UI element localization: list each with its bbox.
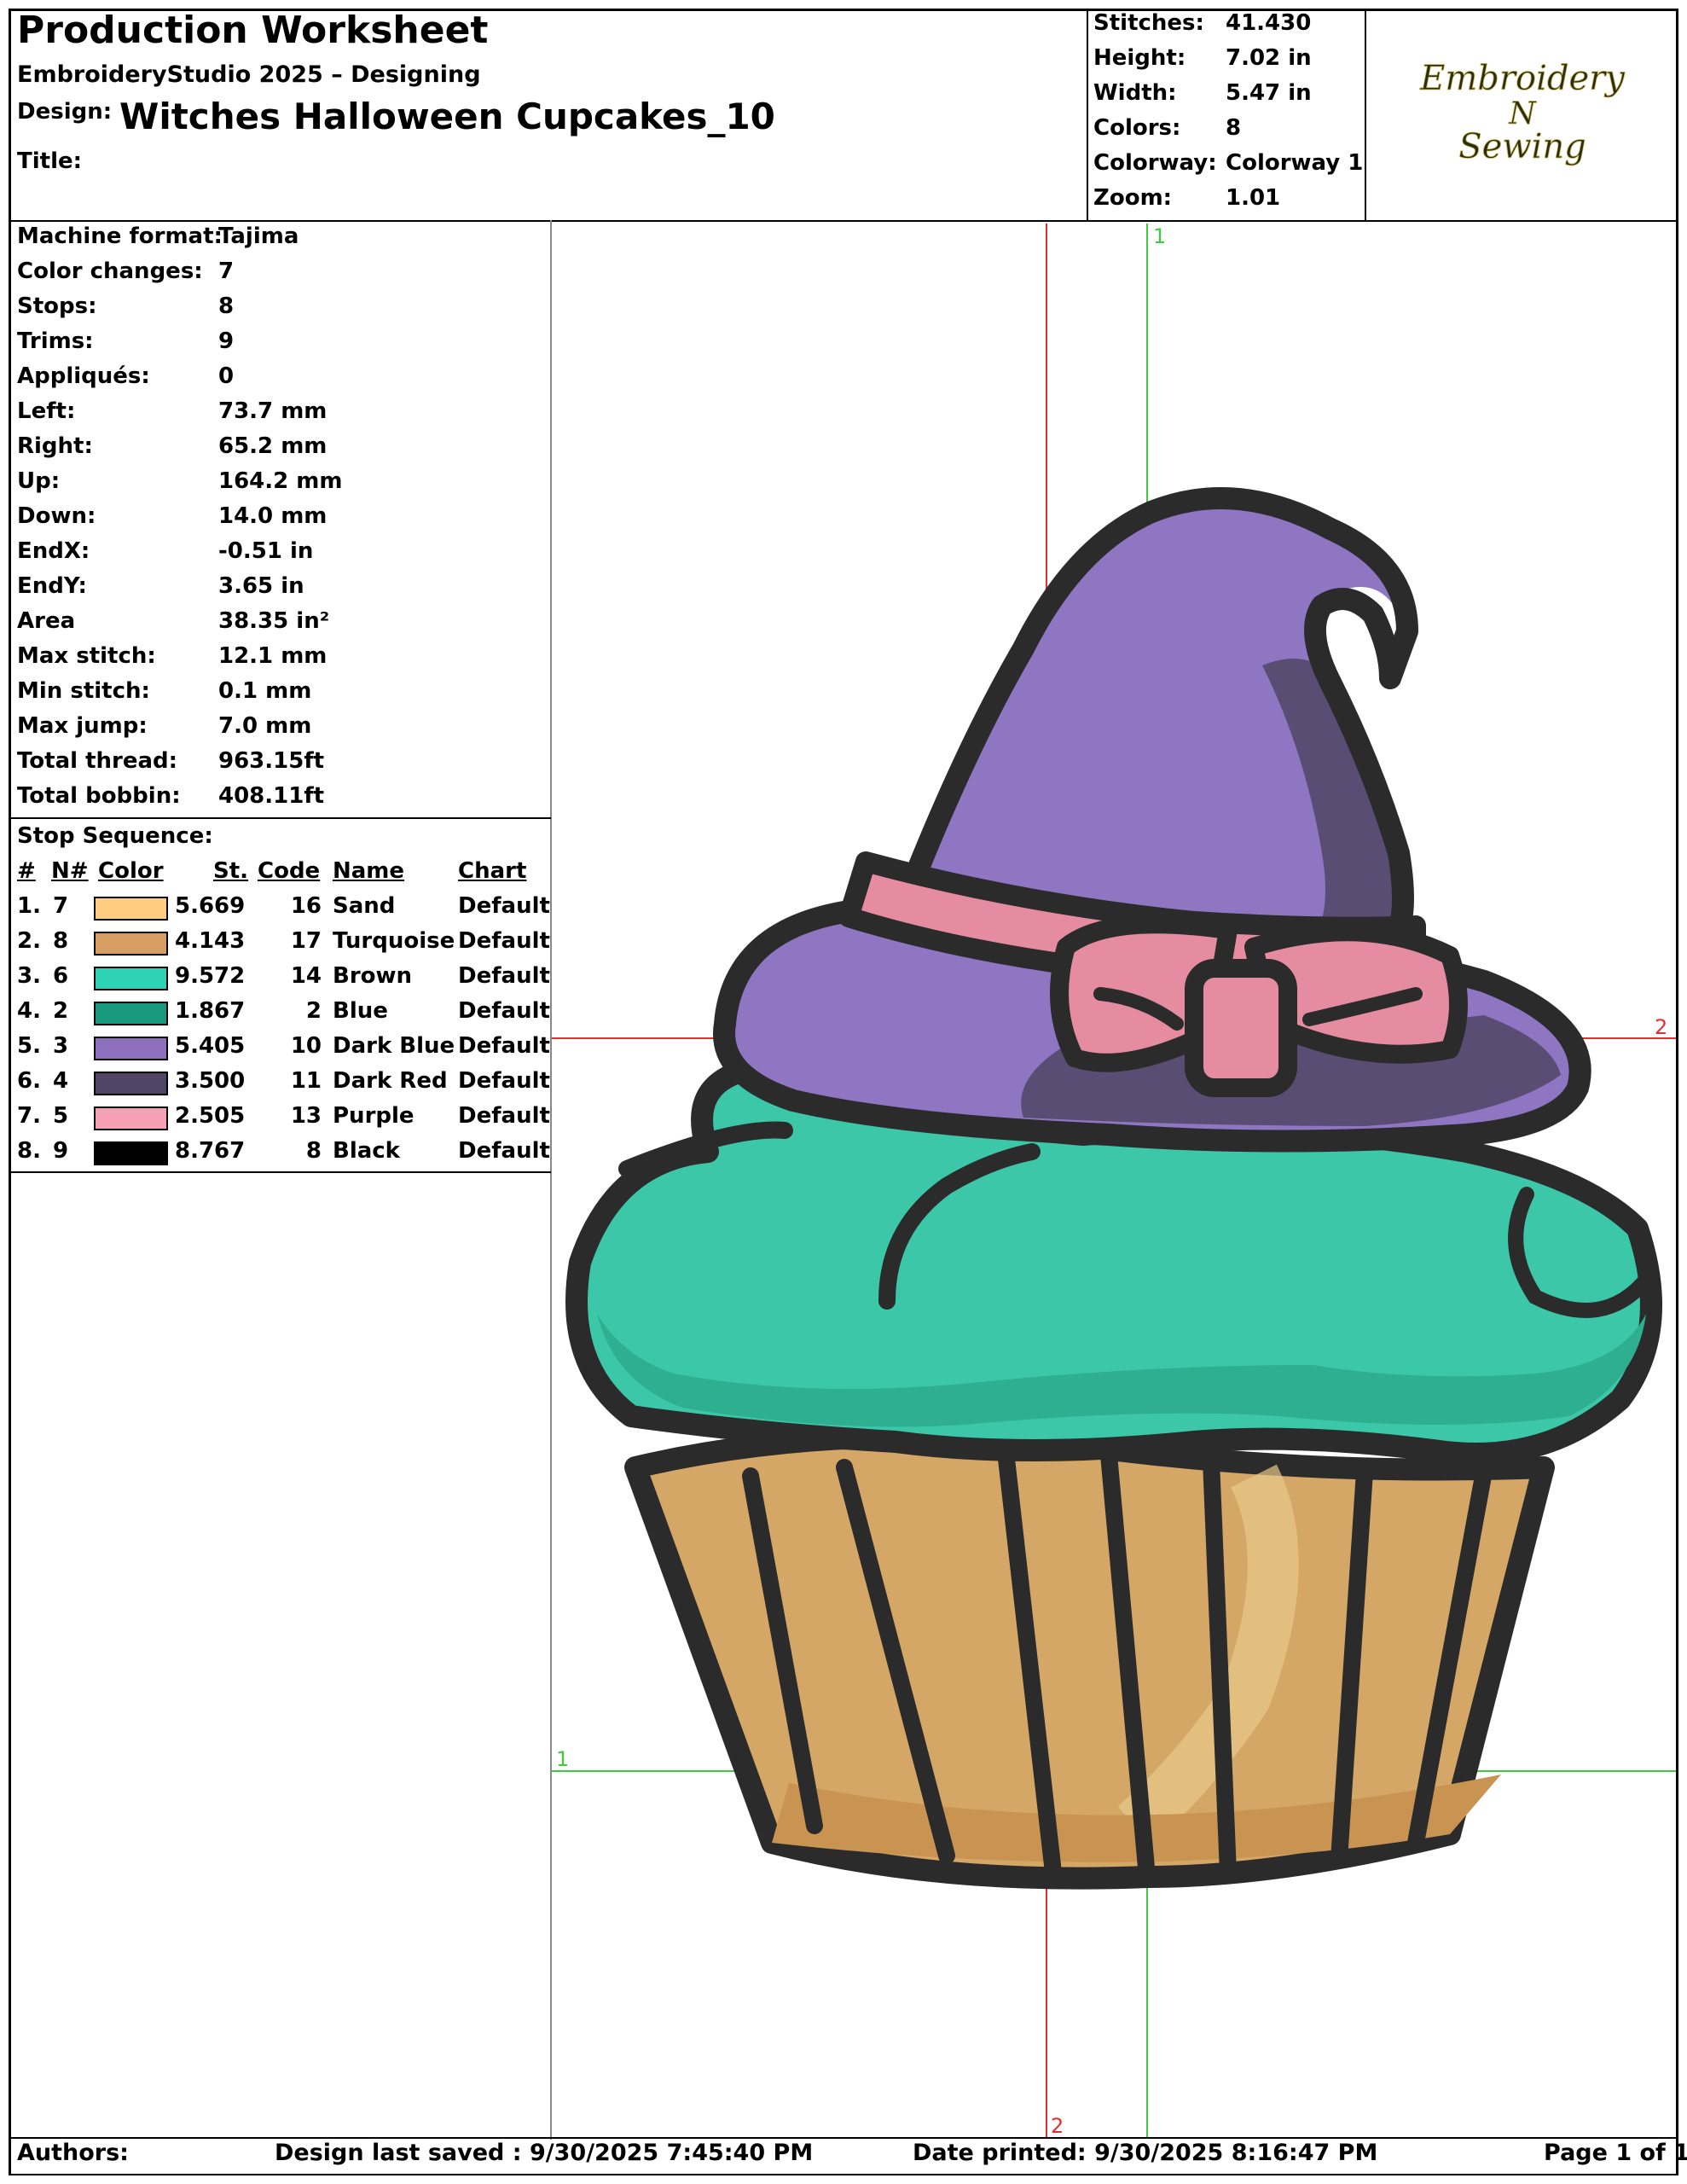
footer: Authors: Design last saved : 9/30/2025 7… [0,2140,1687,2174]
authors-label: Authors: [17,2140,129,2166]
page-number: Page 1 of 1 [1544,2140,1687,2166]
guide-label-h2: 2 [1655,1015,1667,1039]
guide-label-v1: 1 [1153,224,1166,248]
bow-knot [1185,959,1297,1097]
design-canvas: 1 2 1 2 [552,224,1676,2138]
last-saved: Design last saved : 9/30/2025 7:45:40 PM [275,2140,814,2166]
date-printed: Date printed: 9/30/2025 8:16:47 PM [913,2140,1378,2166]
guide-label-v2: 2 [1051,2114,1064,2138]
guide-label-h1: 1 [556,1747,569,1771]
